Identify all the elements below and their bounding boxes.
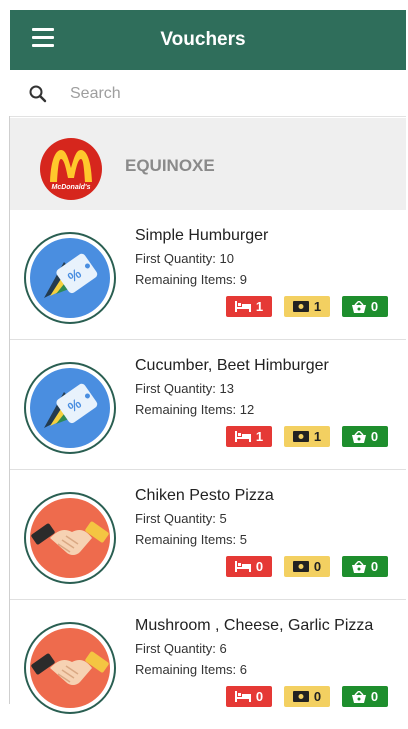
discount-tag-icon: % (24, 362, 116, 454)
list-item[interactable]: % Simple Humburger First Quantity: 10 Re… (10, 210, 406, 340)
bed-icon (234, 301, 251, 312)
remaining-items: Remaining Items: 5 (135, 532, 247, 547)
ticket-icon (292, 561, 309, 572)
search-bar (10, 70, 406, 117)
yellow-count: 0 (313, 689, 322, 704)
green-count: 0 (370, 299, 379, 314)
badge-group: 1 1 0 (226, 426, 388, 447)
search-input[interactable] (68, 79, 392, 109)
list-item[interactable]: Mushroom , Cheese, Garlic Pizza First Qu… (10, 600, 406, 729)
app-header: Vouchers (10, 10, 406, 70)
search-icon[interactable] (28, 84, 48, 104)
page-title: Vouchers (160, 29, 246, 50)
bed-icon (234, 691, 251, 702)
store-header[interactable]: McDonald's EQUINOXE (10, 118, 406, 210)
handshake-icon (24, 622, 116, 714)
red-count: 1 (255, 429, 264, 444)
green-badge[interactable]: 0 (342, 426, 388, 447)
bed-icon (234, 431, 251, 442)
yellow-count: 0 (313, 559, 322, 574)
yellow-count: 1 (313, 299, 322, 314)
red-badge[interactable]: 0 (226, 556, 272, 577)
yellow-count: 1 (313, 429, 322, 444)
yellow-badge[interactable]: 1 (284, 296, 330, 317)
store-logo-text: McDonald's (51, 184, 90, 191)
item-name: Mushroom , Cheese, Garlic Pizza (135, 617, 374, 634)
ticket-icon (292, 301, 309, 312)
bed-icon (234, 561, 251, 572)
remaining-items: Remaining Items: 9 (135, 272, 247, 287)
first-quantity: First Quantity: 13 (135, 381, 234, 396)
basket-icon (351, 300, 366, 313)
remaining-items: Remaining Items: 12 (135, 402, 255, 417)
red-count: 0 (255, 689, 264, 704)
store-name: EQUINOXE (125, 156, 215, 175)
remaining-items: Remaining Items: 6 (135, 662, 247, 677)
green-count: 0 (370, 559, 379, 574)
item-name: Simple Humburger (135, 227, 269, 244)
red-count: 1 (255, 299, 264, 314)
discount-tag-icon: % (24, 232, 116, 324)
first-quantity: First Quantity: 5 (135, 511, 227, 526)
basket-icon (351, 560, 366, 573)
red-badge[interactable]: 1 (226, 296, 272, 317)
ticket-icon (292, 431, 309, 442)
yellow-badge[interactable]: 0 (284, 556, 330, 577)
first-quantity: First Quantity: 6 (135, 641, 227, 656)
basket-icon (351, 690, 366, 703)
first-quantity: First Quantity: 10 (135, 251, 234, 266)
red-count: 0 (255, 559, 264, 574)
list-item[interactable]: Chiken Pesto Pizza First Quantity: 5 Rem… (10, 470, 406, 600)
badge-group: 1 1 0 (226, 296, 388, 317)
green-count: 0 (370, 689, 379, 704)
list-item[interactable]: % Cucumber, Beet Himburger First Quantit… (10, 340, 406, 470)
ticket-icon (292, 691, 309, 702)
badge-group: 0 0 0 (226, 556, 388, 577)
item-name: Chiken Pesto Pizza (135, 487, 274, 504)
green-badge[interactable]: 0 (342, 296, 388, 317)
yellow-badge[interactable]: 1 (284, 426, 330, 447)
basket-icon (351, 430, 366, 443)
mcdonalds-logo: McDonald's (40, 138, 102, 200)
green-badge[interactable]: 0 (342, 556, 388, 577)
red-badge[interactable]: 1 (226, 426, 272, 447)
handshake-icon (24, 492, 116, 584)
green-count: 0 (370, 429, 379, 444)
voucher-list: % Simple Humburger First Quantity: 10 Re… (10, 210, 406, 729)
item-name: Cucumber, Beet Himburger (135, 357, 329, 374)
